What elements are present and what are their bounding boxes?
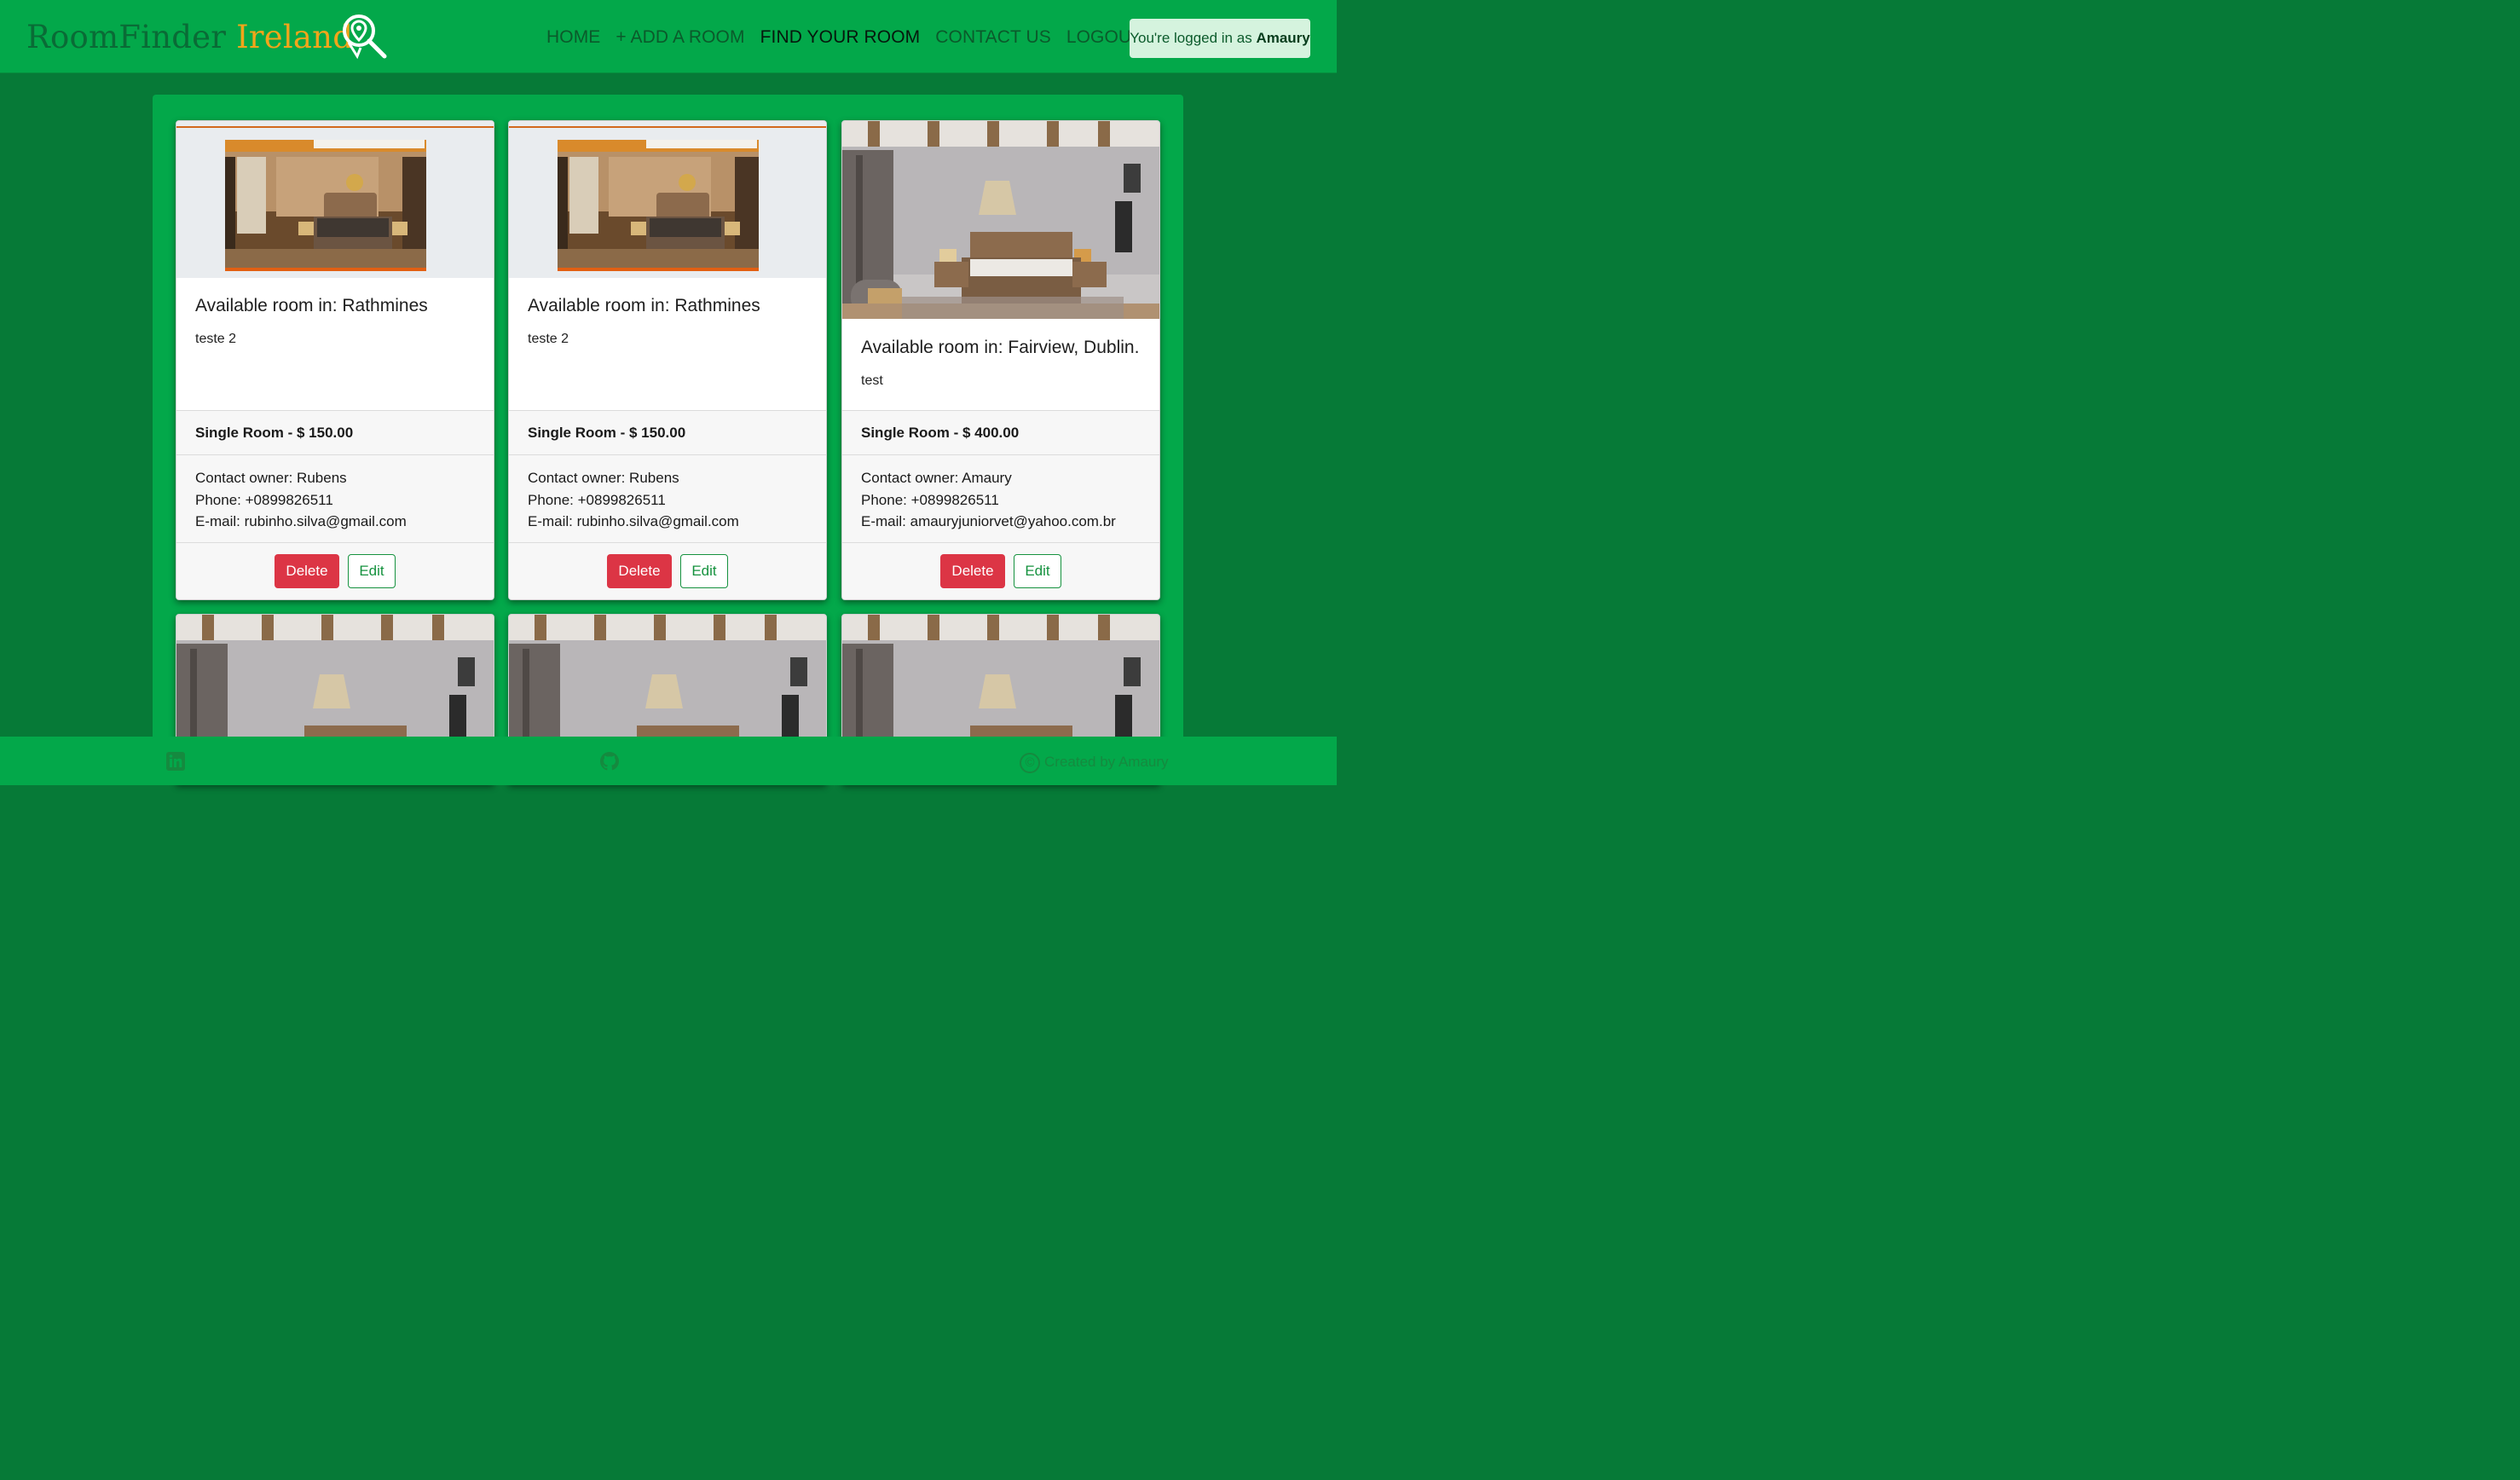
footer: © Created by Amaury [0,737,1337,785]
login-status-badge: You're logged in as Amaury [1130,19,1310,58]
room-image-area [176,121,494,278]
delete-button[interactable]: Delete [940,554,1005,588]
room-image-area [842,121,1159,319]
room-price: Single Room - $ 150.00 [509,410,826,454]
room-photo[interactable] [558,140,759,271]
room-description: teste 2 [195,332,237,346]
brand-name-part1: RoomFinder [26,19,227,55]
contact-owner: Contact owner: Rubens [195,470,347,486]
room-card: Available room in: Rathmines teste 2 Sin… [508,120,827,600]
rooms-container: Available room in: Rathmines teste 2 Sin… [153,95,1183,784]
room-photo[interactable] [842,121,1159,319]
card-body: Available room in: Rathmines teste 2 [176,278,494,410]
contact-email: E-mail: rubinho.silva@gmail.com [195,513,407,529]
login-prefix: You're logged in as [1130,30,1252,46]
room-title: Available room in: Rathmines [195,296,428,315]
card-actions: Delete Edit [176,542,494,599]
github-icon[interactable] [599,751,620,772]
room-image-area [509,121,826,278]
main-nav: HOME + ADD A ROOM FIND YOUR ROOM CONTACT… [546,26,1142,49]
contact-phone: Phone: +0899826511 [861,491,999,508]
copyright-icon: © [1020,752,1040,773]
nav-contact[interactable]: CONTACT US [935,26,1051,49]
room-contact: Contact owner: Rubens Phone: +0899826511… [509,454,826,542]
room-title: Available room in: Rathmines [528,296,760,315]
room-contact: Contact owner: Rubens Phone: +0899826511… [176,454,494,542]
navbar: RoomFinder Ireland HOME + ADD A ROOM FIN… [0,0,1337,73]
edit-button[interactable]: Edit [680,554,728,588]
delete-button[interactable]: Delete [607,554,672,588]
contact-owner: Contact owner: Rubens [528,470,679,486]
login-user: Amaury [1256,30,1310,46]
card-actions: Delete Edit [842,542,1159,599]
contact-phone: Phone: +0899826511 [195,491,333,508]
contact-email: E-mail: amauryjuniorvet@yahoo.com.br [861,513,1116,529]
brand-title[interactable]: RoomFinder Ireland [26,19,353,56]
room-contact: Contact owner: Amaury Phone: +0899826511… [842,454,1159,542]
brand-name-part2: Ireland [236,19,354,55]
room-card: Available room in: Fairview, Dublin. tes… [841,120,1160,600]
room-price: Single Room - $ 150.00 [176,410,494,454]
nav-home[interactable]: HOME [546,26,600,49]
room-description: teste 2 [528,332,569,346]
room-title: Available room in: Fairview, Dublin. [861,338,1140,357]
location-search-icon[interactable] [340,14,388,60]
contact-owner: Contact owner: Amaury [861,470,1012,486]
card-body: Available room in: Fairview, Dublin. tes… [842,319,1159,410]
contact-email: E-mail: rubinho.silva@gmail.com [528,513,739,529]
nav-find-room[interactable]: FIND YOUR ROOM [760,26,921,49]
card-actions: Delete Edit [509,542,826,599]
credit-text: Created by Amaury [1044,754,1169,770]
edit-button[interactable]: Edit [1014,554,1061,588]
room-description: test [861,373,883,388]
footer-credit: © Created by Amaury [1020,752,1169,773]
card-body: Available room in: Rathmines teste 2 [509,278,826,410]
delete-button[interactable]: Delete [275,554,339,588]
edit-button[interactable]: Edit [348,554,396,588]
room-price: Single Room - $ 400.00 [842,410,1159,454]
room-card: Available room in: Rathmines teste 2 Sin… [176,120,494,600]
nav-add-room[interactable]: + ADD A ROOM [616,26,744,49]
room-photo[interactable] [225,140,426,271]
contact-phone: Phone: +0899826511 [528,491,666,508]
linkedin-icon[interactable] [165,751,186,772]
